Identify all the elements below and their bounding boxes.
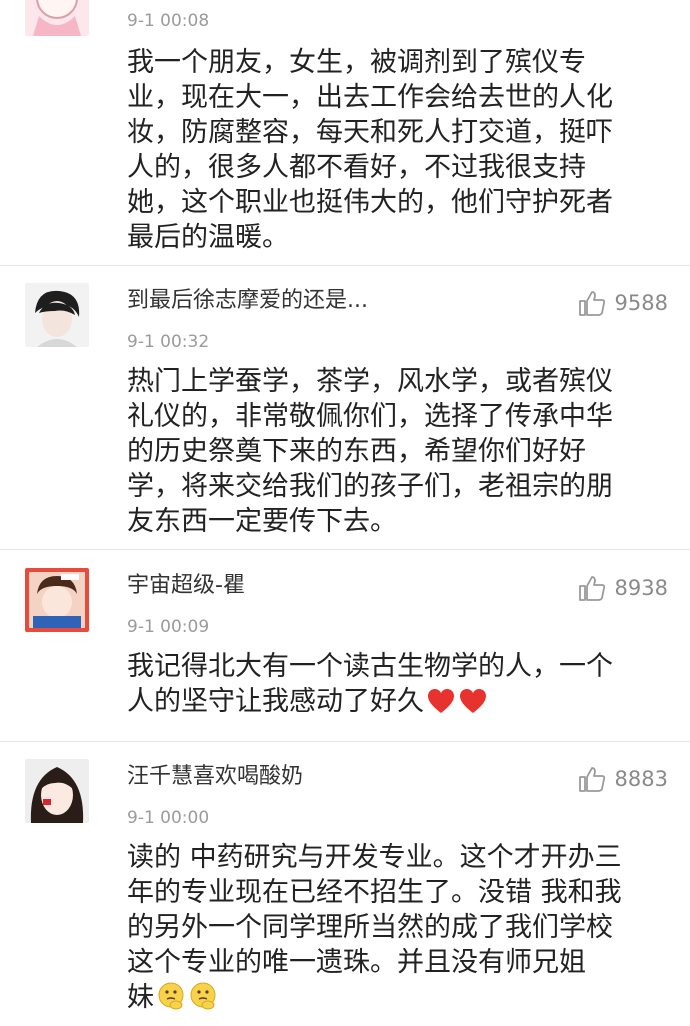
comment-text-line: 礼仪的，非常敬佩你们，选择了传承中华: [127, 401, 613, 432]
heart-emoji-icon: [458, 687, 488, 724]
comment-text-fragment: 妹: [127, 982, 154, 1013]
comment-text-line: 学，将来交给我们的孩子们，老祖宗的朋: [127, 471, 613, 502]
comment-username[interactable]: 宇宙超级-瞿: [127, 571, 245, 601]
comment-time: 9-1 00:08: [127, 11, 210, 31]
comment-text-line: 人的，很多人都不看好，不过我很支持: [127, 152, 586, 183]
comment-text-line: 这个专业的唯一遗珠。并且没有师兄姐: [127, 947, 586, 978]
thinking-face-emoji-icon: [188, 981, 218, 1020]
comment-feed: 9-1 00:08 我一个朋友，女生，被调剂到了殡仪专 业，现在大一，出去工作会…: [0, 0, 690, 1026]
comment-text-line: 的历史祭奠下来的东西，希望你们好好: [127, 436, 586, 467]
comment-text-line: 人的坚守让我感动了好久: [127, 684, 662, 724]
comment-text-line: 我一个朋友，女生，被调剂到了殡仪专: [127, 47, 586, 78]
divider: [0, 549, 690, 550]
comment-text: 我记得北大有一个读古生物学的人，一个 人的坚守让我感动了好久: [127, 649, 662, 724]
comment-time: 9-1 00:00: [127, 808, 210, 828]
comment-text-line: 业，现在大一，出去工作会给去世的人化: [127, 82, 613, 113]
comment-username[interactable]: 到最后徐志摩爱的还是...: [127, 286, 368, 316]
comment-text-line: 最后的温暖。: [127, 222, 289, 253]
thumbs-up-icon: [578, 291, 605, 316]
divider: [0, 265, 690, 266]
comment-text-line: 读的 中药研究与开发专业。这个才开办三: [127, 842, 622, 873]
like-button[interactable]: 8883: [577, 764, 668, 794]
like-button[interactable]: 8938: [577, 573, 668, 603]
like-button[interactable]: 9588: [577, 288, 668, 318]
like-count: 8938: [614, 576, 668, 600]
comment-text: 我一个朋友，女生，被调剂到了殡仪专 业，现在大一，出去工作会给去世的人化 妆，防…: [127, 45, 662, 255]
comment-text-line: 我记得北大有一个读古生物学的人，一个: [127, 651, 613, 682]
like-count: 9588: [614, 291, 668, 315]
heart-emoji-icon: [426, 687, 456, 724]
user-avatar[interactable]: [25, 759, 89, 823]
like-count: 8883: [614, 767, 668, 791]
comment-time: 9-1 00:09: [127, 617, 210, 637]
comment-text-line: 她，这个职业也挺伟大的，他们守护死者: [127, 187, 613, 218]
divider: [0, 741, 690, 742]
comment-text-fragment: 人的坚守让我感动了好久: [127, 686, 424, 717]
comment-text: 读的 中药研究与开发专业。这个才开办三 年的专业现在已经不招生了。没错 我和我 …: [127, 840, 662, 1020]
comment-text-line: 的另外一个同学理所当然的成了我们学校: [127, 912, 613, 943]
comment-text-line: 妆，防腐整容，每天和死人打交道，挺吓: [127, 117, 613, 148]
comment-time: 9-1 00:32: [127, 332, 210, 352]
thumbs-up-icon: [578, 767, 605, 792]
comment-username[interactable]: 汪千慧喜欢喝酸奶: [127, 762, 303, 792]
user-avatar[interactable]: [25, 0, 89, 36]
comment-text-line: 妹: [127, 980, 662, 1020]
comment-text-line: 友东西一定要传下去。: [127, 506, 397, 537]
user-avatar[interactable]: [25, 568, 89, 632]
thumbs-up-icon: [578, 576, 605, 601]
user-avatar[interactable]: [25, 283, 89, 347]
comment-text-line: 年的专业现在已经不招生了。没错 我和我: [127, 877, 622, 908]
comment-text: 热门上学蚕学，茶学，风水学，或者殡仪 礼仪的，非常敬佩你们，选择了传承中华 的历…: [127, 364, 662, 539]
comment-text-line: 热门上学蚕学，茶学，风水学，或者殡仪: [127, 366, 613, 397]
thinking-face-emoji-icon: [156, 981, 186, 1020]
